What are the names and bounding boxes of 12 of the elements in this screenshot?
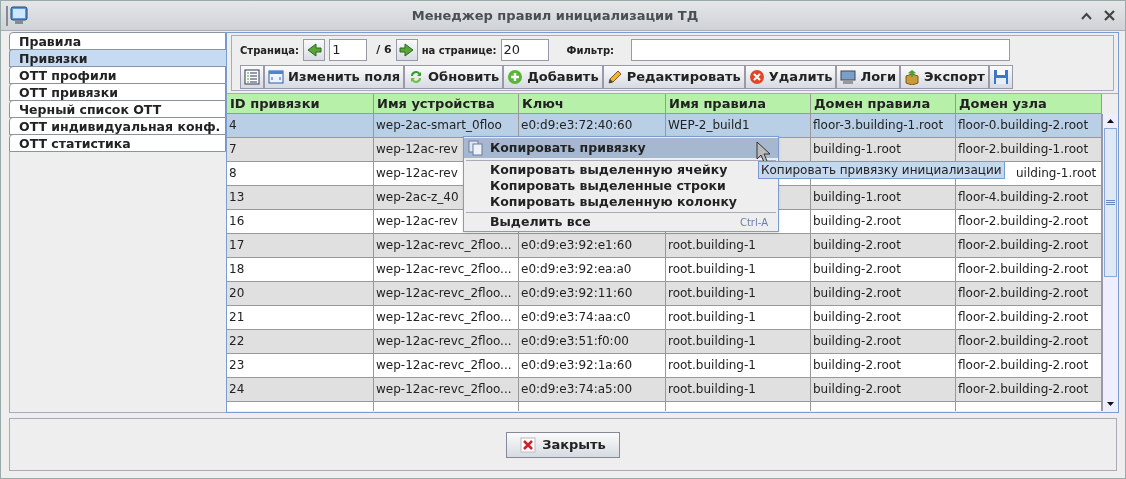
table-cell: root.building-1	[666, 378, 811, 402]
table-cell: building-2.root	[811, 378, 956, 402]
tooltip: Копировать привязку инициализации	[758, 161, 1005, 179]
table-cell: 24	[227, 378, 374, 402]
table-cell: e0:d9:e3:74:a5:00	[519, 378, 666, 402]
shortcut-label: Ctrl-A	[739, 215, 769, 230]
filter-label: Фильтр:	[566, 43, 616, 58]
page-label: Страница:	[240, 43, 300, 58]
table-cell: wep-12ac-revc_2floo...	[374, 378, 519, 402]
page-count: / 6	[376, 41, 392, 58]
per-page-label: на странице:	[421, 43, 497, 58]
window-title: Менеджер правил инициализации ТД	[410, 6, 700, 25]
